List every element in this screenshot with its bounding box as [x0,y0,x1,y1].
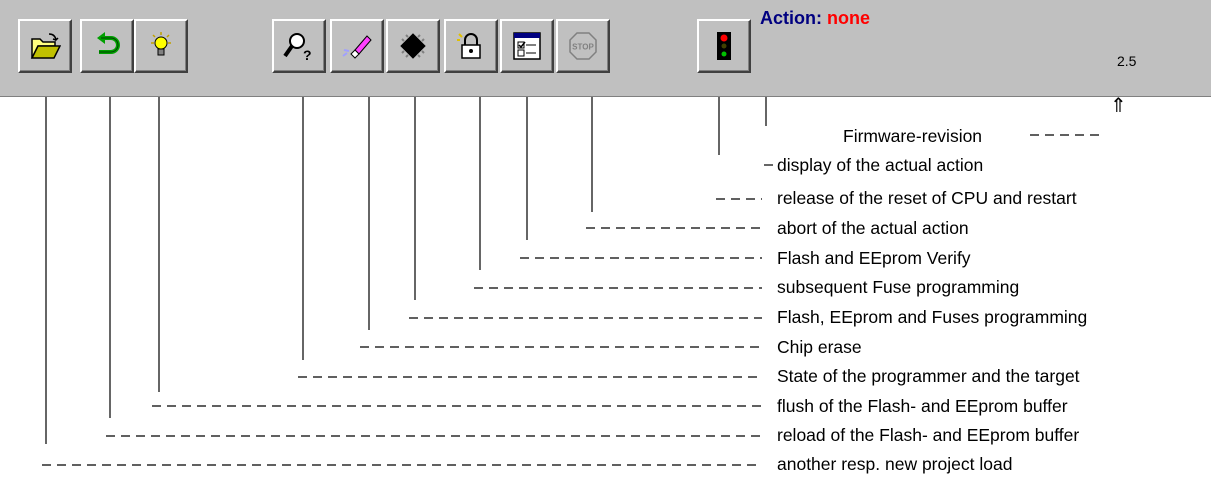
callout-lines [42,97,1104,466]
